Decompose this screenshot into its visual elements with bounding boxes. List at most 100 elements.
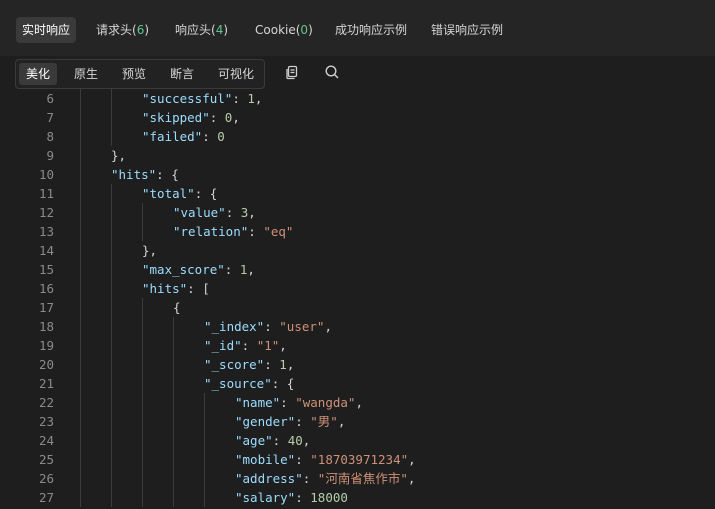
indent-guide <box>111 336 112 355</box>
indent-guide <box>111 450 112 469</box>
tab-count: 0 <box>300 23 309 37</box>
json-number: 0 <box>217 129 225 144</box>
code-line: 23 "gender": "男", <box>0 412 715 431</box>
json-number: 18000 <box>310 490 348 505</box>
json-punctuation: : <box>225 205 241 220</box>
indent-guide <box>80 260 81 279</box>
code-text: "_source": { <box>204 374 294 393</box>
indent-guide <box>204 469 205 488</box>
indent-guide <box>173 355 174 374</box>
json-key: "_id" <box>204 338 242 353</box>
json-punctuation: : <box>232 91 248 106</box>
code-line: 13 "relation": "eq" <box>0 222 715 241</box>
indent-guide <box>173 431 174 450</box>
json-key: "name" <box>235 395 281 410</box>
line-number: 16 <box>38 281 54 296</box>
json-string: "user" <box>279 319 325 334</box>
copy-icon[interactable] <box>284 64 300 80</box>
code-text: "gender": "男", <box>235 412 345 431</box>
code-text: { <box>173 298 181 317</box>
line-number: 14 <box>38 243 54 258</box>
json-punctuation: : <box>209 110 225 125</box>
json-punctuation: : <box>280 395 296 410</box>
code-line: 16 "hits": [ <box>0 279 715 298</box>
line-number: 25 <box>38 452 54 467</box>
json-punctuation: , <box>232 110 240 125</box>
code-text: }, <box>111 146 126 165</box>
indent-guide <box>111 374 112 393</box>
json-key: "value" <box>173 205 226 220</box>
tab-response-headers[interactable]: 响应头(4) <box>169 17 234 43</box>
view-mode-preview[interactable]: 预览 <box>115 63 153 85</box>
json-punctuation: , <box>302 433 311 448</box>
json-string: "eq" <box>263 224 294 239</box>
tab-count: 4 <box>215 23 224 37</box>
indent-guide <box>142 355 143 374</box>
tab-label: 响应头 <box>175 23 212 37</box>
indent-guide <box>142 317 143 336</box>
search-icon[interactable] <box>324 64 340 80</box>
indent-guide <box>111 127 112 146</box>
indent-guide <box>111 488 112 507</box>
view-mode-raw[interactable]: 原生 <box>67 63 105 85</box>
tab-success-example[interactable]: 成功响应示例 <box>329 17 413 43</box>
tab-request-headers[interactable]: 请求头(6) <box>90 17 155 43</box>
json-key: "failed" <box>142 129 203 144</box>
indent-guide <box>80 431 81 450</box>
json-key: "_index" <box>204 319 265 334</box>
view-mode-beautify[interactable]: 美化 <box>19 63 58 85</box>
indent-guide <box>80 298 81 317</box>
json-string: "18703971234" <box>310 452 409 467</box>
indent-guide <box>111 317 112 336</box>
indent-guide <box>142 298 143 317</box>
json-key: "max_score" <box>142 262 225 277</box>
tab-error-example[interactable]: 错误响应示例 <box>425 17 509 43</box>
json-punctuation: : <box>264 319 280 334</box>
code-line: 7 "skipped": 0, <box>0 108 715 127</box>
response-body-viewer[interactable]: 6 "successful": 1, 7 "skipped": 0, 8 "failed"… <box>0 89 715 509</box>
view-mode-visualize[interactable]: 可视化 <box>211 63 261 85</box>
json-key: "hits" <box>142 281 188 296</box>
json-key: "salary" <box>235 490 296 505</box>
tab-realtime-response[interactable]: 实时响应 <box>16 17 77 43</box>
indent-guide <box>111 279 112 298</box>
line-number: 24 <box>38 433 54 448</box>
code-text: }, <box>142 241 157 260</box>
indent-guide <box>204 450 205 469</box>
json-key: "mobile" <box>235 452 296 467</box>
tab-cookie[interactable]: Cookie(0) <box>249 17 319 43</box>
line-number: 6 <box>46 91 54 106</box>
indent-guide <box>111 298 112 317</box>
json-punctuation: , <box>248 205 256 220</box>
code-text: "name": "wangda", <box>235 393 363 412</box>
indent-guide <box>80 108 81 127</box>
indent-guide <box>111 108 112 127</box>
response-tabs-bar: 实时响应 请求头(6) 响应头(4) Cookie(0) 成功响应示例 错误响应… <box>0 0 715 56</box>
json-punctuation: : { <box>194 186 218 201</box>
code-text: "failed": 0 <box>142 127 225 146</box>
line-number: 9 <box>46 148 54 163</box>
json-string: "wangda" <box>295 395 356 410</box>
indent-guide <box>80 393 81 412</box>
indent-guide <box>111 241 112 260</box>
code-line: 17 { <box>0 298 715 317</box>
line-number: 17 <box>38 300 54 315</box>
line-number: 22 <box>38 395 54 410</box>
json-punctuation: , <box>324 319 332 334</box>
json-key: "relation" <box>173 224 249 239</box>
indent-guide <box>173 393 174 412</box>
code-line: 8 "failed": 0 <box>0 127 715 146</box>
indent-guide <box>142 412 143 431</box>
line-number: 26 <box>38 471 54 486</box>
code-text: "age": 40, <box>235 431 310 450</box>
json-punctuation: }, <box>111 148 127 163</box>
indent-guide <box>80 336 81 355</box>
code-line: 27 "salary": 18000 <box>0 488 715 507</box>
indent-guide <box>204 393 205 412</box>
indent-guide <box>80 450 81 469</box>
code-line: 26 "address": "河南省焦作市", <box>0 469 715 488</box>
line-number: 11 <box>38 186 54 201</box>
indent-guide <box>173 336 174 355</box>
json-punctuation: : [ <box>187 281 210 296</box>
view-mode-assertion[interactable]: 断言 <box>163 63 201 85</box>
